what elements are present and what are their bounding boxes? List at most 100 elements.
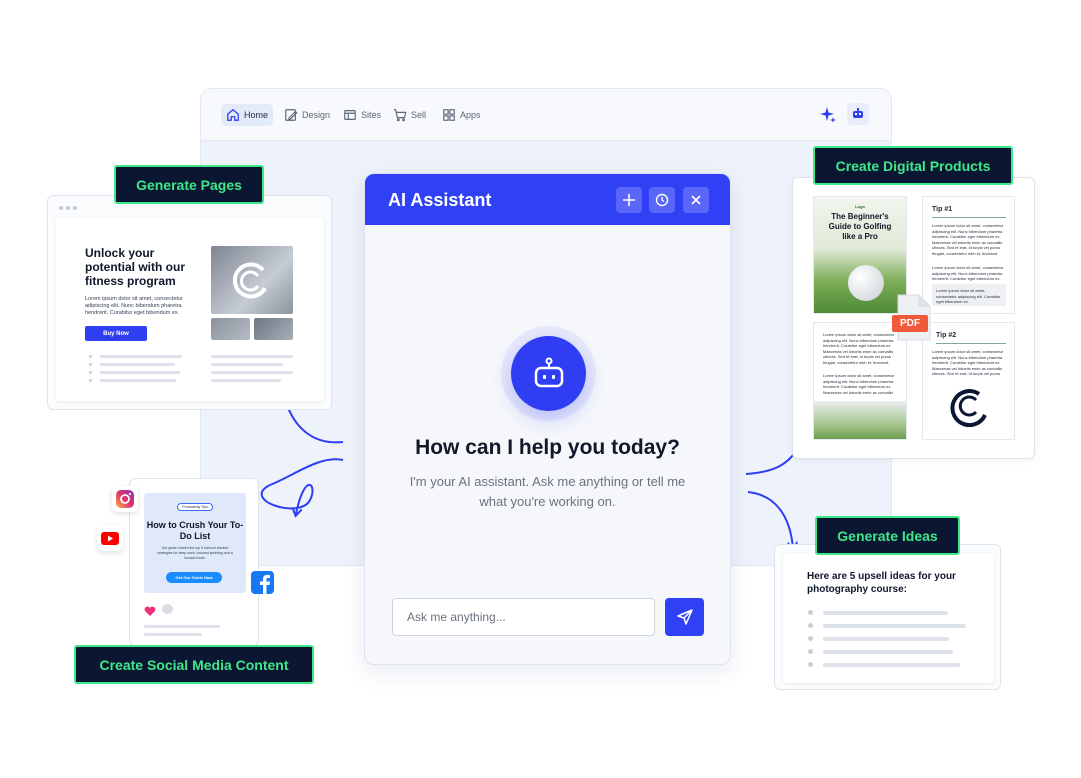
assistant-bot-avatar xyxy=(511,336,586,411)
brand-logo-icon xyxy=(232,262,267,299)
placeholder-line xyxy=(144,625,220,628)
ideas-heading: Here are 5 upsell ideas for your photogr… xyxy=(807,571,956,595)
ebook-logo: Logo xyxy=(855,204,865,209)
social-post-banner: Productivity Tips How to Crush Your To-D… xyxy=(144,493,246,593)
fitness-thumb xyxy=(211,318,250,340)
placeholder-line xyxy=(100,363,175,366)
ebook-title: The Beginner's Guide to Golfing like a P… xyxy=(828,212,892,241)
nav-design[interactable]: Design xyxy=(279,104,335,126)
nav-sell[interactable]: Sell xyxy=(388,104,431,126)
placeholder-line xyxy=(211,379,281,382)
brand-logo-icon xyxy=(949,385,991,432)
placeholder-line xyxy=(211,371,293,374)
browser-icon xyxy=(344,110,356,120)
social-post-body: Our guide shares the top 5 science-backe… xyxy=(157,546,233,560)
placeholder-line xyxy=(823,624,966,628)
placeholder-line xyxy=(823,650,953,654)
tag-create-social-content: Create Social Media Content xyxy=(74,645,314,684)
social-post-pill: Productivity Tips xyxy=(177,503,213,511)
assistant-header: AI Assistant xyxy=(365,174,730,225)
assistant-heading: How can I help you today? xyxy=(415,436,680,459)
tip1-heading: Tip #1 xyxy=(932,206,953,213)
list-bullet xyxy=(89,355,92,358)
nav-sites[interactable]: Sites xyxy=(338,104,386,126)
nav-apps[interactable]: Apps xyxy=(437,104,486,126)
tip1-callout: Lorem ipsum dolor sit amet, consectetur … xyxy=(932,284,1006,306)
tip2-body: Lorem ipsum dolor sit amet, consectetur … xyxy=(932,349,1004,377)
nav-home[interactable]: Home xyxy=(221,104,274,126)
tip1-body-2: Lorem ipsum dolor sit amet, consectetur … xyxy=(932,265,1004,281)
robot-mini-icon xyxy=(853,108,863,118)
cart-icon xyxy=(393,109,407,122)
send-icon xyxy=(676,609,693,625)
list-bullet xyxy=(808,623,813,628)
facebook-icon xyxy=(250,570,275,595)
placeholder-line xyxy=(100,371,180,374)
instagram-icon xyxy=(112,486,138,512)
window-dot xyxy=(59,206,63,210)
tip1-callout-text: Lorem ipsum dolor sit amet, consectetur … xyxy=(936,288,1001,304)
plus-icon xyxy=(623,194,635,206)
golf-ball-image xyxy=(848,265,884,301)
pdf-file-icon: PDF xyxy=(892,294,932,342)
new-chat-button[interactable] xyxy=(616,187,642,213)
social-post-title: How to Crush Your To-Do List xyxy=(146,520,244,541)
golfer-photo xyxy=(814,401,906,439)
app-topbar: Home Design Sites Sell Apps xyxy=(201,89,891,141)
pdf-label: PDF xyxy=(892,315,928,332)
tip1-body: Lorem ipsum dolor sit amet, consectetur … xyxy=(932,223,1004,256)
home-icon xyxy=(227,108,239,121)
fitness-photo xyxy=(211,246,293,314)
tag-generate-pages: Generate Pages xyxy=(114,165,264,204)
pages-preview-card: Unlock your potential with our fitness p… xyxy=(47,195,332,410)
placeholder-line xyxy=(211,355,293,358)
list-bullet xyxy=(808,610,813,615)
placeholder-line xyxy=(823,611,948,615)
ebook-page-tip2: Tip #2 Lorem ipsum dolor sit amet, conse… xyxy=(922,322,1015,440)
assistant-title: AI Assistant xyxy=(388,190,492,210)
placeholder-line xyxy=(211,363,283,366)
landing-body: Lorem ipsum dolor sit amet, consectetur … xyxy=(85,296,183,316)
page3-body: Lorem ipsum dolor sit amet, consectetur … xyxy=(823,332,895,365)
assistant-input[interactable] xyxy=(392,598,655,636)
account-avatar[interactable] xyxy=(847,103,869,125)
tag-generate-ideas: Generate Ideas xyxy=(815,516,960,555)
nav-design-label: Design xyxy=(302,110,331,120)
nav-apps-label: Apps xyxy=(460,110,481,120)
assistant-subtitle: I'm your AI assistant. Ask me anything o… xyxy=(409,474,686,509)
heading-rule xyxy=(936,343,1006,344)
heart-icon[interactable] xyxy=(144,604,156,622)
ideas-list-preview: Here are 5 upsell ideas for your photogr… xyxy=(783,553,994,683)
landing-page-preview: Unlock your potential with our fitness p… xyxy=(56,218,324,401)
nav-home-label: Home xyxy=(244,110,269,120)
comment-icon[interactable] xyxy=(162,604,173,614)
send-button[interactable] xyxy=(665,598,704,636)
sparkle-icon[interactable] xyxy=(819,106,837,129)
placeholder-line xyxy=(100,379,176,382)
list-bullet xyxy=(89,379,92,382)
list-bullet xyxy=(808,649,813,654)
social-post-card: Productivity Tips How to Crush Your To-D… xyxy=(129,478,259,646)
grid-icon xyxy=(443,109,455,121)
nav-sites-label: Sites xyxy=(361,110,382,120)
ideas-card: Here are 5 upsell ideas for your photogr… xyxy=(774,544,1001,690)
list-bullet xyxy=(89,371,92,374)
ebook-page-tip1: Tip #1 Lorem ipsum dolor sit amet, conse… xyxy=(922,196,1015,314)
close-icon xyxy=(691,195,701,205)
list-bullet xyxy=(808,636,813,641)
buy-now-button[interactable]: Buy Now xyxy=(85,326,147,341)
pencil-icon xyxy=(285,109,298,121)
fitness-thumb xyxy=(254,318,293,340)
history-button[interactable] xyxy=(649,187,675,213)
placeholder-line xyxy=(823,637,949,641)
window-dot xyxy=(66,206,70,210)
close-button[interactable] xyxy=(683,187,709,213)
heading-rule xyxy=(932,217,1006,218)
list-bullet xyxy=(89,363,92,366)
page3-body-2: Lorem ipsum dolor sit amet, consectetur … xyxy=(823,373,895,395)
list-bullet xyxy=(808,662,813,667)
landing-headline: Unlock your potential with our fitness p… xyxy=(85,246,185,288)
youtube-icon xyxy=(97,525,123,551)
tip2-heading: Tip #2 xyxy=(936,332,957,339)
social-post-cta[interactable]: Get Our Guide Now xyxy=(166,572,222,583)
